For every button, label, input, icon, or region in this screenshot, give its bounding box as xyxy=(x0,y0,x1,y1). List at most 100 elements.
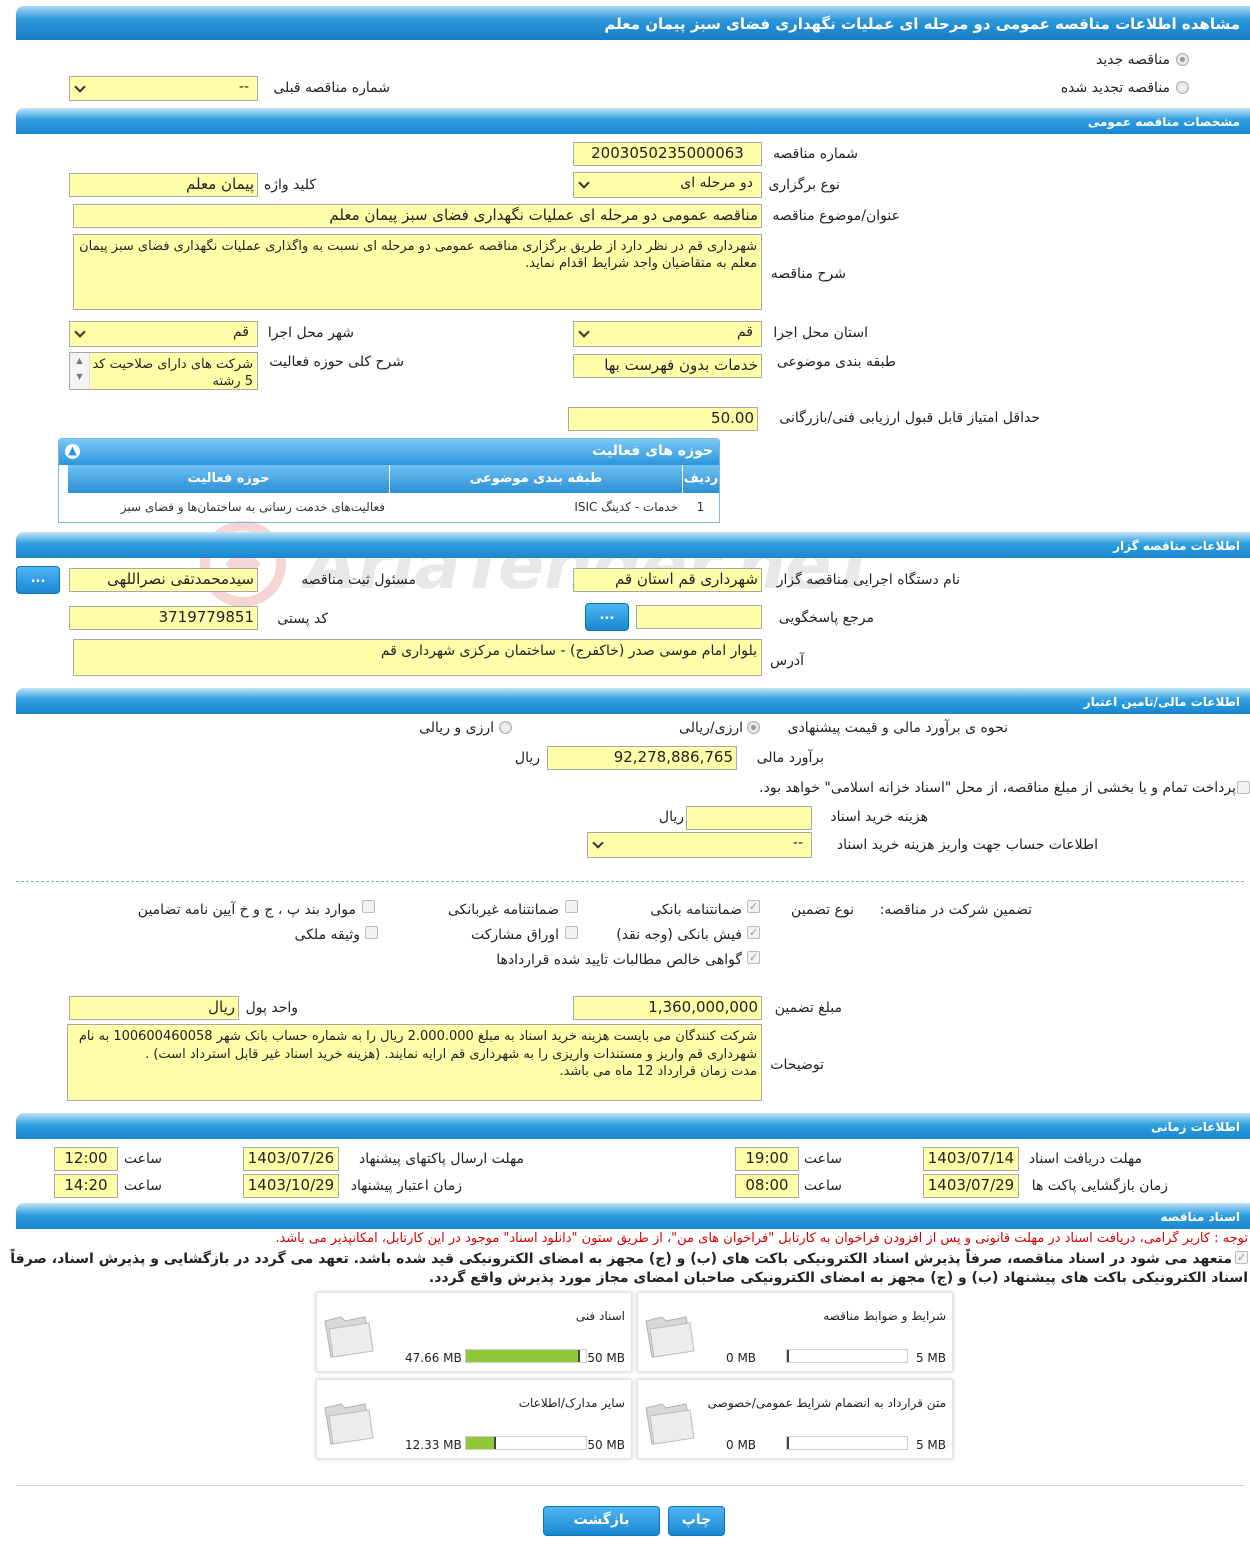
organizer-section-bar: اطلاعات مناقصه گزار xyxy=(16,532,1250,558)
estimate-label: برآورد مالی xyxy=(756,750,824,766)
cash-guarantee-label: فیش بانکی (وجه نقد) xyxy=(616,927,742,943)
fx-radio[interactable] xyxy=(499,721,512,734)
doc-deadline-field: 1403/07/14 xyxy=(923,1147,1019,1171)
treasury-checkbox[interactable] xyxy=(1237,781,1250,794)
clause-guarantee-label: موارد بند پ ، ج و خ آیین نامه تضامین xyxy=(137,902,356,918)
rial-radio[interactable] xyxy=(747,721,760,734)
min-score-field: 50.00 xyxy=(568,407,758,431)
document-tile[interactable]: متن قرارداد به انضمام شرایط عمومی/خصوصی … xyxy=(637,1379,953,1459)
renewed-tender-label: مناقصه تجدید شده xyxy=(1060,80,1170,96)
previous-number-select[interactable]: -- xyxy=(69,76,258,101)
province-select[interactable]: قم xyxy=(573,321,762,347)
fx-option-label: ارزی و ریالی xyxy=(419,720,494,736)
guarantee-amount-label: مبلغ تضمین xyxy=(774,1000,842,1016)
currency-unit-label: واحد پول xyxy=(245,1000,298,1016)
new-tender-radio[interactable] xyxy=(1176,53,1189,66)
activity-scope-field[interactable]: شرکت های دارای صلاحیت کد 5 رشته ▲ ▼ xyxy=(69,352,258,390)
opening-field: 1403/07/29 xyxy=(923,1174,1019,1198)
registrar-label: مسئول ثبت مناقصه xyxy=(301,572,416,588)
column-header: ردیف xyxy=(682,465,719,493)
progress-bar xyxy=(786,1436,908,1450)
progress-bar xyxy=(786,1349,908,1363)
time-label: ساعت xyxy=(803,1151,842,1167)
notes-label: توضیحات xyxy=(770,1057,824,1073)
document-tile[interactable]: شرایط و ضوابط مناقصه 5 MB 0 MB xyxy=(637,1292,953,1372)
guarantee-type-label: نوع تضمین xyxy=(791,902,854,918)
progress-bar xyxy=(465,1349,587,1363)
print-button[interactable]: چاپ xyxy=(668,1506,725,1536)
column-header: حوزه فعالیت xyxy=(67,465,389,493)
registrar-field: سیدمحمدتقی نصراللهی xyxy=(69,568,258,592)
chevron-down-icon xyxy=(592,837,604,849)
org-field: شهرداری قم استان قم xyxy=(573,568,762,592)
subject-field: مناقصه عمومی دو مرحله ای عملیات نگهداری … xyxy=(73,204,762,228)
bonds-guarantee-checkbox[interactable] xyxy=(565,926,578,939)
currency-unit-field: ریال xyxy=(69,996,239,1020)
new-tender-label: مناقصه جدید xyxy=(1095,52,1170,68)
postal-field: 3719779851 xyxy=(69,606,258,630)
opening-time: 08:00 xyxy=(735,1174,799,1198)
subject-label: عنوان/موضوع مناقصه xyxy=(772,208,900,224)
method-label: نحوه ی برآورد مالی و قیمت پیشنهادی xyxy=(787,720,1008,736)
time-label: ساعت xyxy=(123,1178,162,1194)
estimate-field: 92,278,886,765 xyxy=(547,746,737,770)
doc-cost-label: هزینه خرید اسناد xyxy=(830,809,928,825)
estimate-currency: ریال xyxy=(514,750,540,766)
previous-number-label: شماره مناقصه قبلی xyxy=(273,80,390,96)
progress-fill xyxy=(787,1437,789,1449)
tender-number-label: شماره مناقصه xyxy=(773,146,858,162)
guarantee-title: تضمین شرکت در مناقصه: xyxy=(879,902,1032,918)
address-label: آدرس xyxy=(770,653,804,669)
postal-label: کد پستی xyxy=(277,611,328,627)
account-select[interactable]: -- xyxy=(587,832,812,858)
receivables-guarantee-checkbox[interactable]: ✓ xyxy=(747,951,760,964)
category-field: خدمات بدون فهرست بها xyxy=(573,354,762,378)
activity-table: حوزه های فعالیت ▲ ردیف طبقه بندی موضوعی … xyxy=(58,438,720,523)
divider xyxy=(16,1485,1244,1486)
commitment-text: متعهد می شود در اسناد مناقصه، صرفاً پذیر… xyxy=(10,1251,1248,1286)
category-label: طبقه بندی موضوعی xyxy=(776,354,896,370)
opening-label: زمان بازگشایی پاکت ها xyxy=(1031,1178,1168,1194)
bank-guarantee-checkbox[interactable]: ✓ xyxy=(747,900,760,913)
collapse-icon[interactable]: ▲ xyxy=(65,444,80,459)
keyword-label: کلید واژه xyxy=(263,177,316,193)
document-tile[interactable]: اسناد فنی 50 MB 47.66 MB xyxy=(316,1292,632,1372)
guarantee-amount-field: 1,360,000,000 xyxy=(573,996,762,1020)
bank-guarantee-label: ضمانتنامه بانکی xyxy=(650,902,742,918)
property-guarantee-checkbox[interactable] xyxy=(365,926,378,939)
activity-scope-label: شرح کلی حوزه فعالیت xyxy=(269,354,404,370)
registrar-lookup-button[interactable]: ... xyxy=(16,566,60,594)
back-button[interactable]: بازگشت xyxy=(543,1506,660,1536)
folder-icon xyxy=(645,1403,695,1445)
scrollbar[interactable]: ▲ ▼ xyxy=(70,353,90,389)
page-title: مشاهده اطلاعات مناقصه عمومی دو مرحله ای … xyxy=(604,15,1240,33)
tender-number-field: 2003050235000063 xyxy=(573,142,762,166)
address-field: بلوار امام موسی صدر (خاکفرج) - ساختمان م… xyxy=(73,639,762,676)
reference-lookup-button[interactable]: ... xyxy=(585,603,629,631)
documents-notice: توجه : کاربر گرامی، دریافت اسناد در مهلت… xyxy=(275,1231,1248,1246)
cash-guarantee-checkbox[interactable]: ✓ xyxy=(747,926,760,939)
account-label: اطلاعات حساب جهت واریز هزینه خرید اسناد xyxy=(836,837,1098,853)
documents-section-bar: اسناد مناقصه xyxy=(16,1203,1250,1229)
chevron-down-icon xyxy=(578,177,590,189)
description-field: شهرداری قم در نظر دارد از طریق برگزاری م… xyxy=(73,234,762,310)
holding-type-select[interactable]: دو مرحله ای xyxy=(573,172,762,198)
receivables-guarantee-label: گواهی خالص مطالبات تایید شده قراردادها xyxy=(496,952,742,968)
progress-fill xyxy=(466,1437,496,1449)
document-tile[interactable]: سایر مدارک/اطلاعات 50 MB 12.33 MB xyxy=(316,1379,632,1459)
progress-fill xyxy=(466,1350,581,1362)
timing-section-bar: اطلاعات زمانی xyxy=(16,1113,1250,1139)
validity-label: زمان اعتبار پیشنهاد xyxy=(350,1178,462,1194)
city-select[interactable]: قم xyxy=(69,321,258,347)
renewed-tender-radio[interactable] xyxy=(1176,81,1189,94)
city-label: شهر محل اجرا xyxy=(267,325,354,341)
holding-type-label: نوع برگزاری xyxy=(768,177,840,193)
nonbank-guarantee-checkbox[interactable] xyxy=(565,900,578,913)
progress-fill xyxy=(787,1350,789,1362)
chevron-down-icon xyxy=(74,81,86,93)
time-label: ساعت xyxy=(803,1178,842,1194)
treasury-text: پرداخت تمام و یا بخشی از مبلغ مناقصه، از… xyxy=(759,780,1236,796)
folder-icon xyxy=(324,1316,374,1358)
clause-guarantee-checkbox[interactable] xyxy=(362,900,375,913)
validity-time: 14:20 xyxy=(54,1174,118,1198)
